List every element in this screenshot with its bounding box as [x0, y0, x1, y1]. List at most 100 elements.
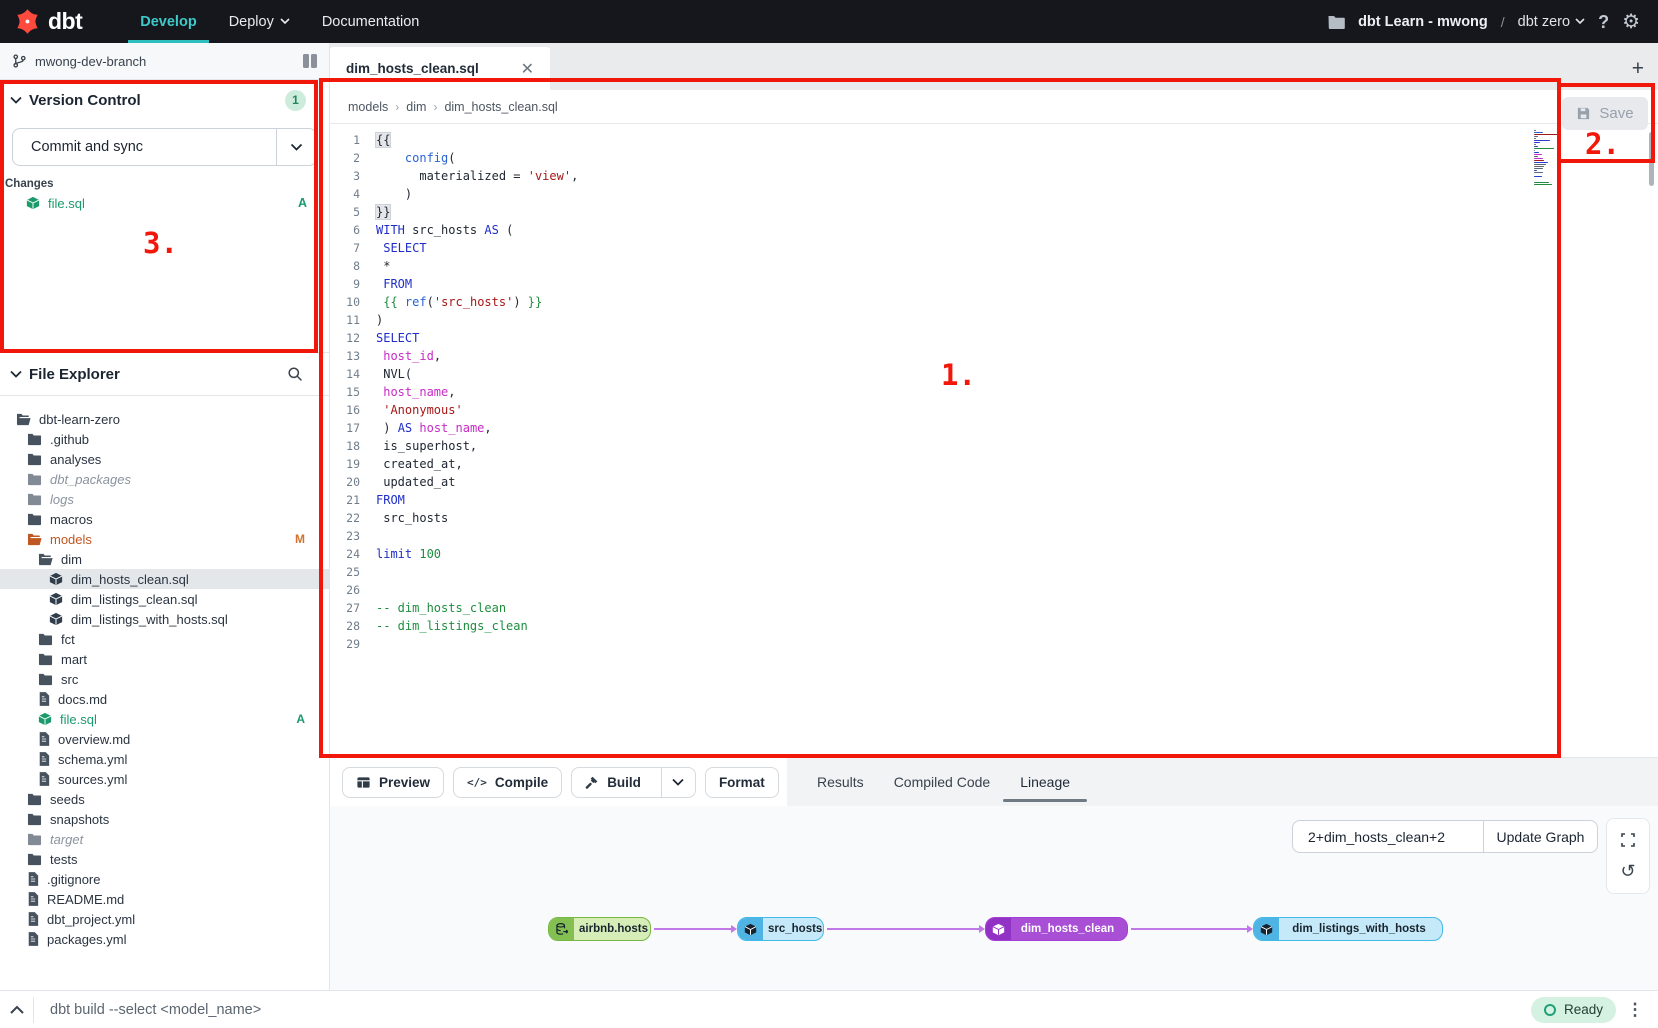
- code-line[interactable]: 26: [330, 581, 1658, 599]
- code-line[interactable]: 1{{: [330, 131, 1658, 149]
- tab-dim-hosts-clean[interactable]: dim_hosts_clean.sql ✕: [330, 47, 550, 90]
- file-tree-item-models[interactable]: modelsM: [0, 529, 329, 549]
- file-tree-item-dbt-learn-zero[interactable]: dbt-learn-zero: [0, 409, 329, 429]
- commit-and-sync-button[interactable]: Commit and sync: [12, 128, 317, 166]
- file-tree-item-dim[interactable]: dim: [0, 549, 329, 569]
- code-line[interactable]: 10 {{ ref('src_hosts') }}: [330, 293, 1658, 311]
- preview-button[interactable]: Preview: [342, 767, 444, 798]
- code-line[interactable]: 29: [330, 635, 1658, 653]
- file-tree-item-seeds[interactable]: seeds: [0, 789, 329, 809]
- file-tree-item-sources.yml[interactable]: sources.yml: [0, 769, 329, 789]
- file-tree-item-dim_listings_clean.sql[interactable]: dim_listings_clean.sql: [0, 589, 329, 609]
- file-tree-item-target[interactable]: target: [0, 829, 329, 849]
- lineage-node-src_hosts[interactable]: src_hosts: [737, 917, 824, 941]
- commit-options-chevron[interactable]: [276, 129, 316, 165]
- code-line[interactable]: 25: [330, 563, 1658, 581]
- help-icon[interactable]: ?: [1598, 13, 1609, 31]
- file-tree-item-.github[interactable]: .github: [0, 429, 329, 449]
- lineage-node-dim_listings_with_hosts[interactable]: dim_listings_with_hosts: [1253, 917, 1443, 941]
- code-line[interactable]: 17 ) AS host_name,: [330, 419, 1658, 437]
- code-line[interactable]: 24limit 100: [330, 545, 1658, 563]
- code-line[interactable]: 11): [330, 311, 1658, 329]
- nav-deploy[interactable]: Deploy: [213, 0, 306, 43]
- hammer-icon: [584, 775, 599, 790]
- file-tree-item-schema.yml[interactable]: schema.yml: [0, 749, 329, 769]
- file-tree-item-packages.yml[interactable]: packages.yml: [0, 929, 329, 949]
- close-icon[interactable]: ✕: [521, 59, 534, 79]
- file-tree-item-README.md[interactable]: README.md: [0, 889, 329, 909]
- build-button[interactable]: Build: [571, 767, 696, 798]
- docs-book-icon[interactable]: [303, 54, 317, 68]
- file-tree-item-.gitignore[interactable]: .gitignore: [0, 869, 329, 889]
- version-control-header[interactable]: Version Control 1: [0, 80, 329, 120]
- changed-file-row[interactable]: file.sql A: [0, 192, 329, 214]
- file-tree-item-dbt_packages[interactable]: dbt_packages: [0, 469, 329, 489]
- breadcrumb-dim[interactable]: dim: [406, 100, 426, 114]
- nav-documentation[interactable]: Documentation: [306, 0, 436, 43]
- editor-scrollbar[interactable]: [1649, 132, 1654, 186]
- environment-select[interactable]: dbt zero: [1518, 14, 1585, 30]
- code-line[interactable]: 2 config(: [330, 149, 1658, 167]
- code-line[interactable]: 8 *: [330, 257, 1658, 275]
- code-line[interactable]: 13 host_id,: [330, 347, 1658, 365]
- file-tree-item-docs.md[interactable]: docs.md: [0, 689, 329, 709]
- code-line[interactable]: 12SELECT: [330, 329, 1658, 347]
- format-button[interactable]: Format: [705, 767, 779, 798]
- code-line[interactable]: 28-- dim_listings_clean: [330, 617, 1658, 635]
- kebab-menu-icon[interactable]: ⋮: [1616, 1000, 1654, 1020]
- code-line[interactable]: 16 'Anonymous': [330, 401, 1658, 419]
- file-tree-item-macros[interactable]: macros: [0, 509, 329, 529]
- compile-button[interactable]: </> Compile: [453, 767, 562, 798]
- file-tree-item-analyses[interactable]: analyses: [0, 449, 329, 469]
- lineage-node-airbnb.hosts[interactable]: airbnb.hosts: [548, 917, 651, 941]
- build-options-chevron[interactable]: [661, 768, 695, 797]
- file-tree-item-dbt_project.yml[interactable]: dbt_project.yml: [0, 909, 329, 929]
- code-line[interactable]: 7 SELECT: [330, 239, 1658, 257]
- code-line[interactable]: 4 ): [330, 185, 1658, 203]
- search-icon[interactable]: [287, 366, 303, 382]
- dbt-logo[interactable]: dbt: [0, 8, 98, 35]
- file-tree-item-dim_hosts_clean.sql[interactable]: dim_hosts_clean.sql: [0, 569, 329, 589]
- file-tree-item-logs[interactable]: logs: [0, 489, 329, 509]
- save-button[interactable]: Save: [1562, 97, 1648, 130]
- code-line[interactable]: 6WITH src_hosts AS (: [330, 221, 1658, 239]
- code-line[interactable]: 5}}: [330, 203, 1658, 221]
- code-line[interactable]: 21FROM: [330, 491, 1658, 509]
- file-tree-item-src[interactable]: src: [0, 669, 329, 689]
- new-tab-button[interactable]: +: [1632, 58, 1644, 79]
- code-line[interactable]: 18 is_superhost,: [330, 437, 1658, 455]
- file-tree-item-fct[interactable]: fct: [0, 629, 329, 649]
- minimap[interactable]: [1534, 130, 1562, 188]
- lineage-graph[interactable]: airbnb.hosts src_hosts dim_hosts_clean dim_…: [330, 806, 1658, 990]
- file-tree-item-mart[interactable]: mart: [0, 649, 329, 669]
- file-tree-item-overview.md[interactable]: overview.md: [0, 729, 329, 749]
- breadcrumb-models[interactable]: models: [348, 100, 388, 114]
- code-line[interactable]: 20 updated_at: [330, 473, 1658, 491]
- code-line[interactable]: 15 host_name,: [330, 383, 1658, 401]
- code-line[interactable]: 14 NVL(: [330, 365, 1658, 383]
- code-line[interactable]: 23: [330, 527, 1658, 545]
- code-line[interactable]: 19 created_at,: [330, 455, 1658, 473]
- tab-compiled-code[interactable]: Compiled Code: [894, 758, 991, 806]
- file-tree-item-snapshots[interactable]: snapshots: [0, 809, 329, 829]
- gear-icon[interactable]: ⚙: [1622, 12, 1640, 32]
- tab-results[interactable]: Results: [817, 758, 864, 806]
- git-branch-row[interactable]: mwong-dev-branch: [0, 43, 329, 80]
- file-tree-item-tests[interactable]: tests: [0, 849, 329, 869]
- code-line[interactable]: 3 materialized = 'view',: [330, 167, 1658, 185]
- code-editor[interactable]: models › dim › dim_hosts_clean.sql Save …: [330, 90, 1658, 757]
- file-tree-item-dim_listings_with_hosts.sql[interactable]: dim_listings_with_hosts.sql: [0, 609, 329, 629]
- chevron-up-icon[interactable]: [0, 1005, 33, 1014]
- file-tree-item-file.sql[interactable]: file.sqlA: [0, 709, 329, 729]
- tab-lineage[interactable]: Lineage: [1020, 758, 1070, 806]
- code-line[interactable]: 22 src_hosts: [330, 509, 1658, 527]
- code-area[interactable]: 1{{2 config(3 materialized = 'view',4 )5…: [330, 131, 1658, 757]
- code-line[interactable]: 27-- dim_hosts_clean: [330, 599, 1658, 617]
- nav-develop[interactable]: Develop: [124, 0, 212, 43]
- code-line[interactable]: 9 FROM: [330, 275, 1658, 293]
- project-name[interactable]: dbt Learn - mwong: [1358, 14, 1488, 30]
- lineage-node-dim_hosts_clean[interactable]: dim_hosts_clean: [985, 917, 1128, 941]
- command-input[interactable]: dbt build --select <model_name>: [34, 1002, 1531, 1018]
- breadcrumb-file[interactable]: dim_hosts_clean.sql: [444, 100, 557, 114]
- file-explorer-header[interactable]: File Explorer: [0, 353, 329, 396]
